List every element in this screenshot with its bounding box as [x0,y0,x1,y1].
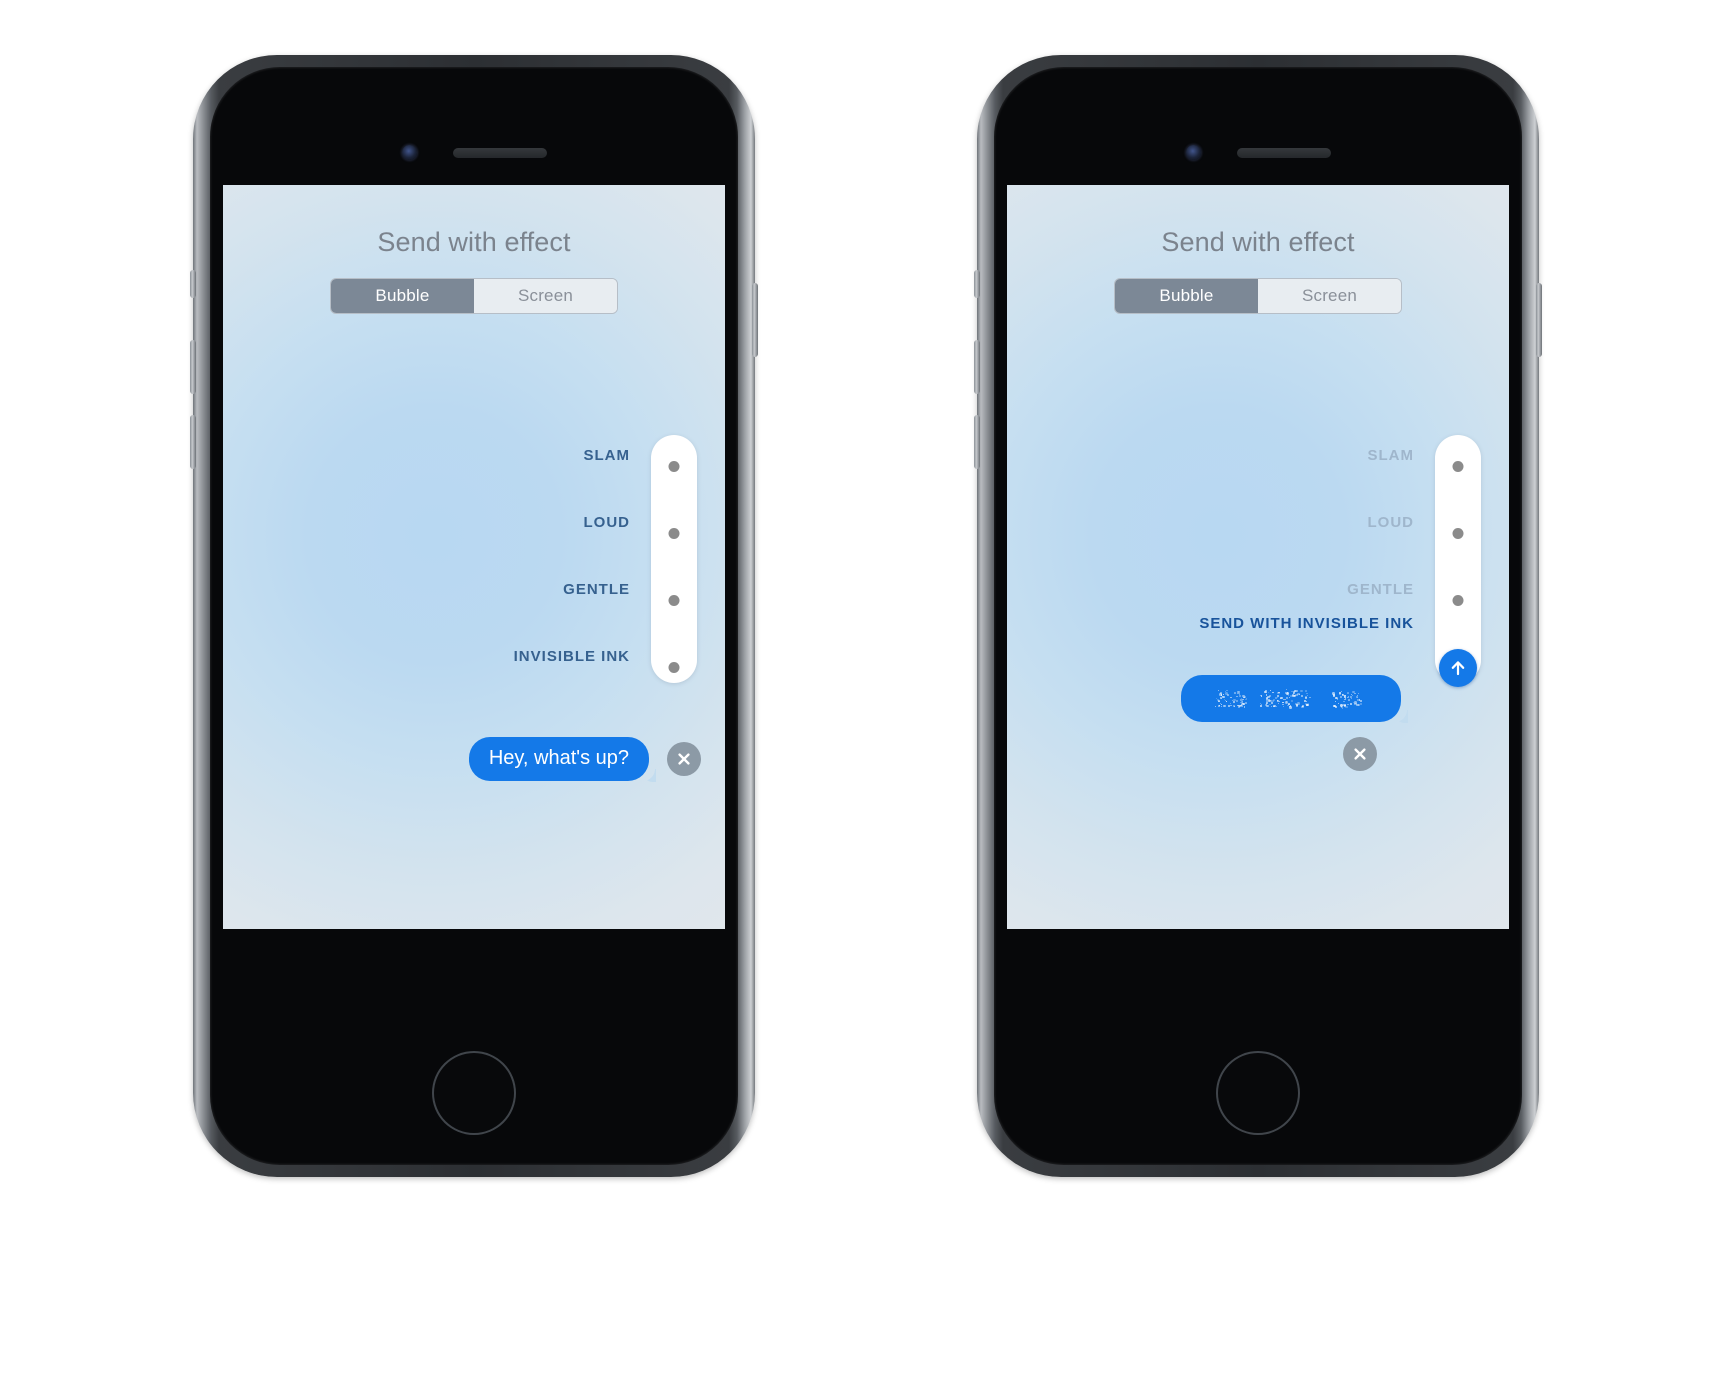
send-with-effect-panel-right: Send with effect Bubble Screen SLAM LOUD… [1007,185,1509,929]
close-button[interactable] [667,742,701,776]
home-button[interactable] [432,1051,516,1135]
page-title: Send with effect [377,227,571,257]
effect-label-gentle[interactable]: GENTLE [1084,581,1414,615]
close-x-icon [678,753,690,765]
volume-down-button[interactable] [974,415,980,469]
device-phone-left: Send with effect Bubble Screen SLAM LOUD… [190,55,758,1177]
effect-label-slam[interactable]: SLAM [1084,447,1414,514]
selector-dot-loud-icon[interactable] [1452,528,1464,539]
power-button[interactable] [1536,283,1542,357]
effect-selector-pill[interactable] [651,435,697,683]
message-bubble[interactable]: Hey, what's up? [468,737,657,782]
effect-mode-segmented-control[interactable]: Bubble Screen [1114,278,1402,314]
tab-bubble[interactable]: Bubble [1115,279,1258,313]
earpiece-speaker-icon [452,147,547,158]
selector-dot-slam-icon[interactable] [1452,461,1464,472]
phone-display-left: Send with effect Bubble Screen SLAM LOUD… [223,185,725,929]
selector-dot-slam-icon[interactable] [668,461,680,472]
send-with-effect-panel-left: Send with effect Bubble Screen SLAM LOUD… [223,185,725,929]
phone-display-right: Send with effect Bubble Screen SLAM LOUD… [1007,185,1509,929]
message-bubble-invisible-ink[interactable] [1181,675,1408,723]
effect-label-column: SLAM LOUD GENTLE INVISIBLE INK [300,447,630,715]
earpiece-speaker-icon [1236,147,1331,158]
device-phone-right: Send with effect Bubble Screen SLAM LOUD… [974,55,1542,1177]
effect-label-gentle[interactable]: GENTLE [300,581,630,648]
effect-label-invisible-ink[interactable]: INVISIBLE INK [300,648,630,715]
tab-screen[interactable]: Screen [1258,279,1401,313]
camera-dot-icon [1185,145,1201,160]
silent-switch-button[interactable] [190,270,196,298]
page-title: Send with effect [1161,227,1355,257]
sensor-row [210,145,738,160]
sensor-row [994,145,1522,160]
volume-up-button[interactable] [974,340,980,394]
camera-dot-icon [401,145,417,160]
power-button[interactable] [752,283,758,357]
invisible-ink-particles-icon [1207,687,1375,709]
screenshot-stage: Send with effect Bubble Screen SLAM LOUD… [0,0,1732,1375]
selector-dot-invisible-ink-icon[interactable] [668,662,680,673]
message-preview-row [1007,675,1509,723]
close-button-row [1007,737,1485,771]
selector-dot-loud-icon[interactable] [668,528,680,539]
effects-list: SLAM LOUD GENTLE INVISIBLE INK [223,435,725,757]
message-preview-row: Hey, what's up? [223,737,725,782]
selector-dot-gentle-icon[interactable] [1452,595,1464,606]
effect-label-send-with-invisible-ink[interactable]: SEND WITH INVISIBLE INK [1084,615,1414,682]
effect-mode-segmented-control[interactable]: Bubble Screen [330,278,618,314]
effect-label-column: SLAM LOUD GENTLE SEND WITH INVISIBLE INK [1084,447,1414,682]
effect-label-loud[interactable]: LOUD [1084,514,1414,581]
silent-switch-button[interactable] [974,270,980,298]
close-button[interactable] [1343,737,1377,771]
effect-label-loud[interactable]: LOUD [300,514,630,581]
tab-bubble[interactable]: Bubble [331,279,474,313]
tab-screen[interactable]: Screen [474,279,617,313]
home-button[interactable] [1216,1051,1300,1135]
selector-dot-gentle-icon[interactable] [668,595,680,606]
volume-up-button[interactable] [190,340,196,394]
effect-label-slam[interactable]: SLAM [300,447,630,514]
volume-down-button[interactable] [190,415,196,469]
effect-selector-pill[interactable] [1435,435,1481,687]
close-x-icon [1354,748,1366,760]
